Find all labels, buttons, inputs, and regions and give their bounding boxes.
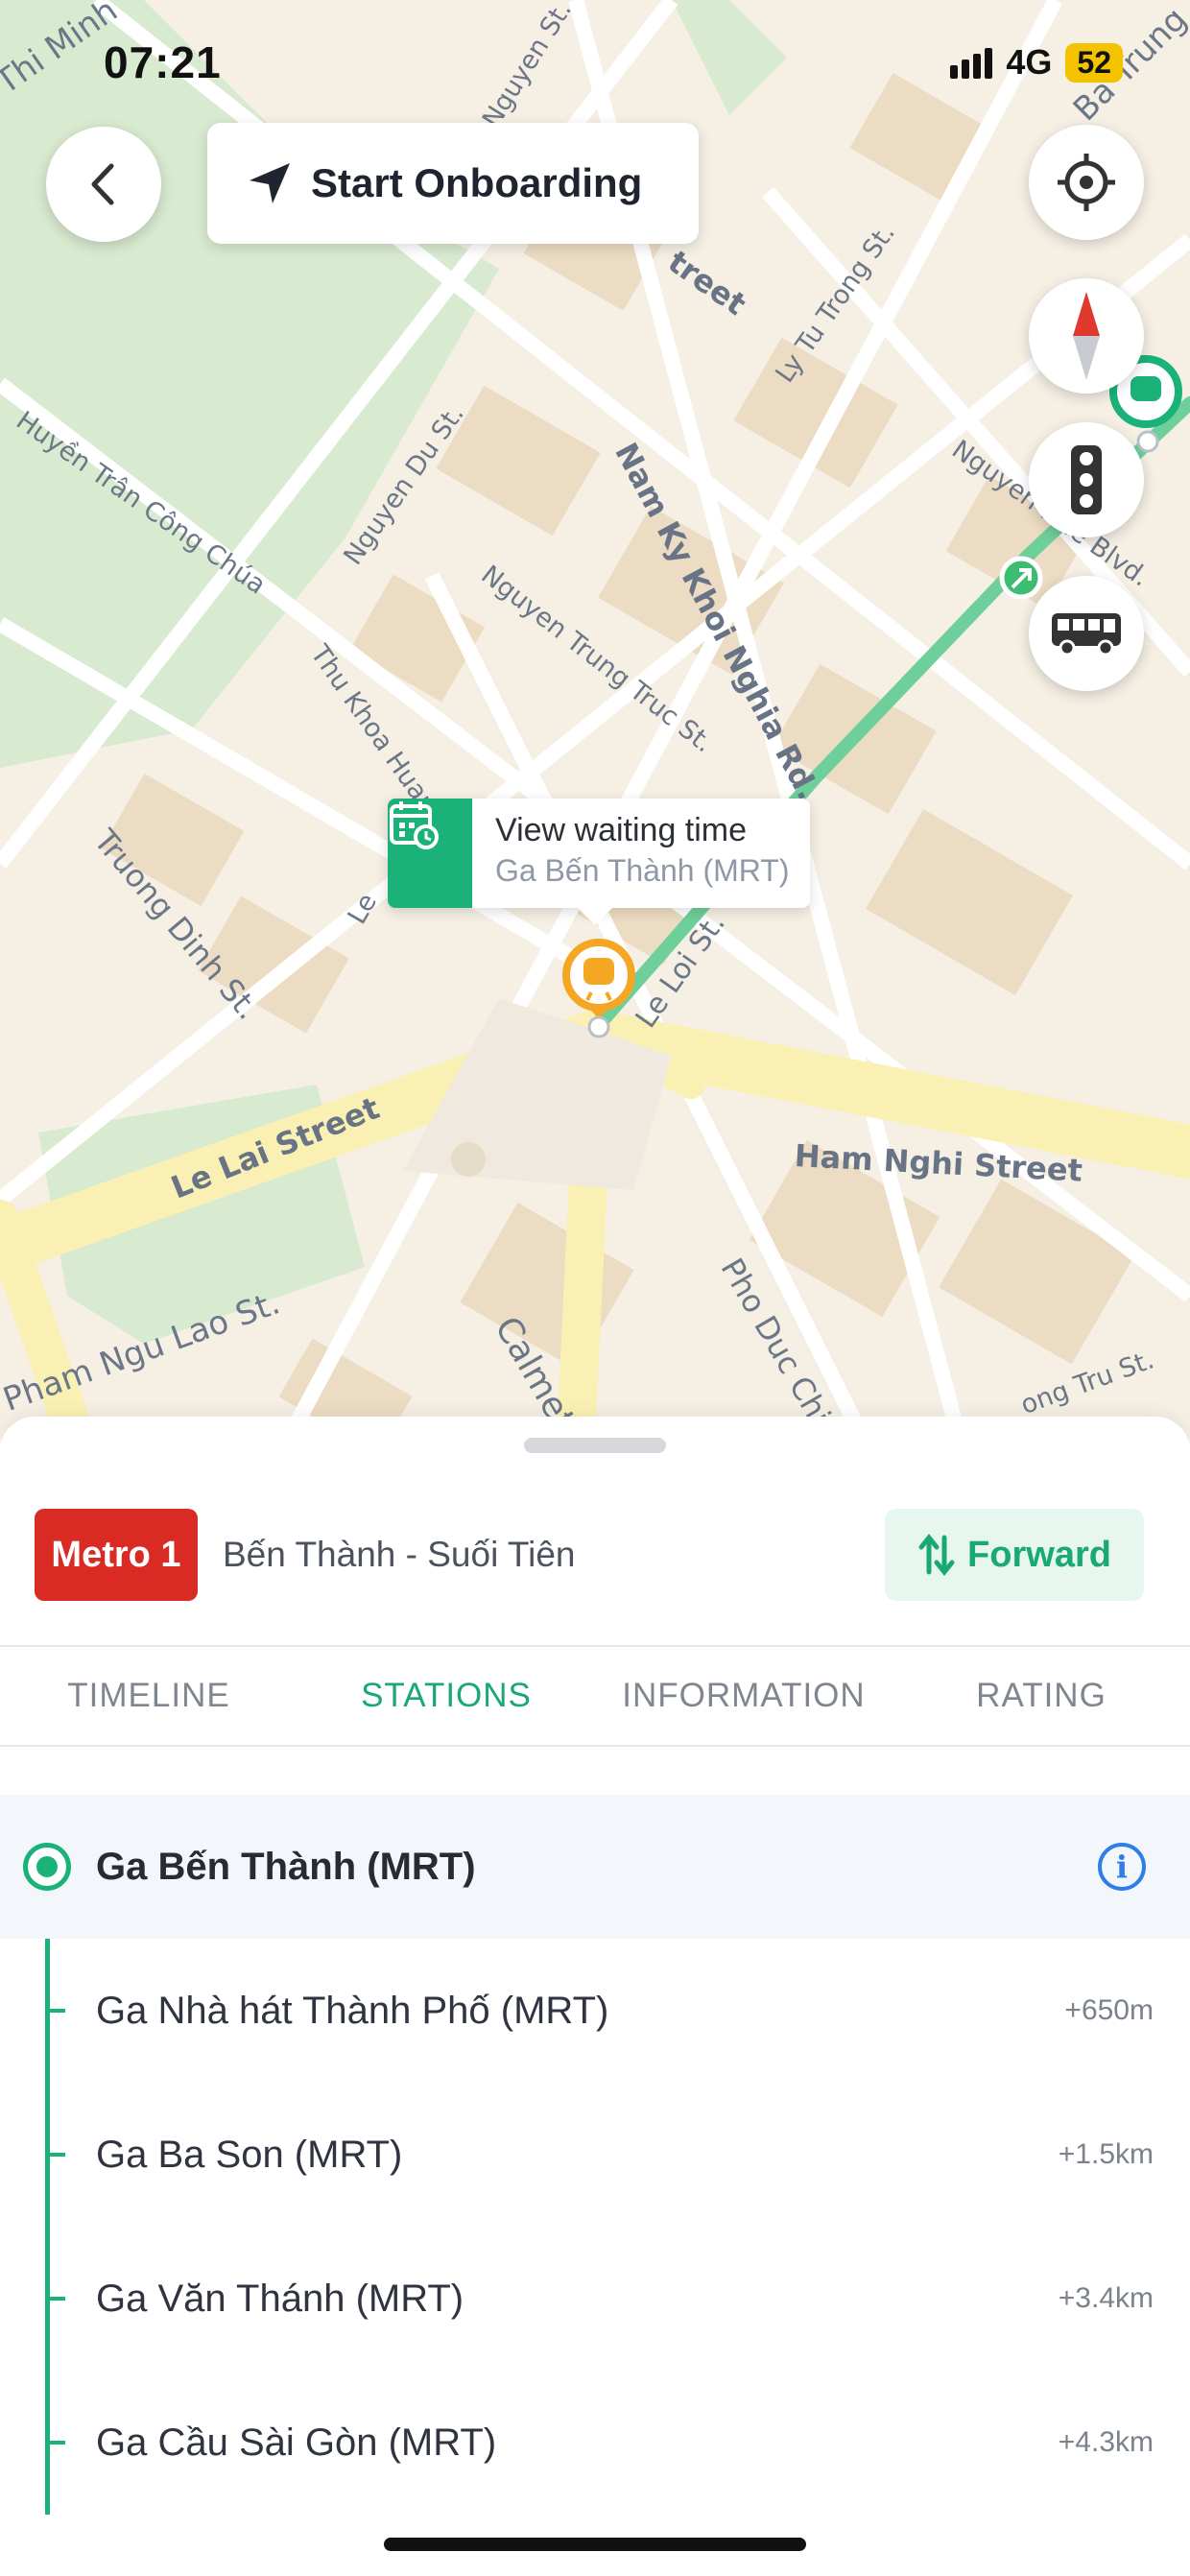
traffic-button[interactable] [1029, 422, 1144, 537]
start-onboarding-button[interactable]: Start Onboarding [207, 123, 699, 244]
swap-vertical-icon [918, 1534, 955, 1576]
bottom-sheet: Metro 1 Bến Thành - Suối Tiên Forward TI… [0, 1417, 1190, 2576]
direction-toggle-button[interactable]: Forward [885, 1509, 1144, 1601]
compass-icon [1073, 292, 1100, 380]
station-name: Ga Nhà hát Thành Phố (MRT) [96, 1989, 609, 2032]
drag-handle[interactable] [524, 1438, 666, 1453]
chevron-left-icon [91, 163, 114, 205]
route-header: Metro 1 Bến Thành - Suối Tiên Forward [35, 1509, 1144, 1601]
waiting-time-station: Ga Bến Thành (MRT) [495, 853, 790, 888]
navigation-arrow-icon [250, 163, 290, 203]
timeline-tick [48, 2441, 65, 2445]
station-row[interactable]: Ga Cầu Sài Gòn (MRT) +4.3km [0, 2371, 1190, 2515]
station-distance: +3.4km [1058, 2282, 1154, 2314]
station-name: Ga Bến Thành (MRT) [96, 1845, 476, 1888]
station-distance: +650m [1064, 1994, 1154, 2026]
back-button[interactable] [46, 127, 161, 242]
station-row[interactable]: Ga Ba Son (MRT) +1.5km [0, 2083, 1190, 2227]
timeline-tick [48, 2297, 65, 2301]
signal-icon [950, 46, 993, 79]
calendar-clock-icon [388, 799, 472, 908]
bus-button[interactable] [1029, 576, 1144, 691]
tab-stations[interactable]: STATIONS [298, 1647, 595, 1745]
timeline-tick [48, 2153, 65, 2157]
tab-timeline[interactable]: TIMELINE [0, 1647, 298, 1745]
locate-me-button[interactable] [1029, 125, 1144, 240]
traffic-light-icon [1071, 445, 1102, 514]
timeline-tick [48, 2009, 65, 2013]
station-name: Ga Cầu Sài Gòn (MRT) [96, 2421, 497, 2464]
home-indicator[interactable] [384, 2538, 806, 2551]
network-label: 4G [1006, 42, 1053, 82]
route-name: Bến Thành - Suối Tiên [223, 1535, 576, 1574]
station-row[interactable]: Ga Nhà hát Thành Phố (MRT) +650m [0, 1939, 1190, 2083]
tab-bar: TIMELINE STATIONS INFORMATION RATING [0, 1647, 1190, 1747]
battery-badge: 52 [1065, 42, 1123, 83]
waiting-time-popup[interactable]: View waiting time Ga Bến Thành (MRT) [388, 799, 810, 925]
station-distance: +1.5km [1058, 2138, 1154, 2170]
station-name: Ga Ba Son (MRT) [96, 2133, 403, 2176]
popup-pointer [578, 908, 612, 925]
station-row[interactable]: Ga Văn Thánh (MRT) +3.4km [0, 2227, 1190, 2371]
status-bar: 07:21 4G 52 [0, 0, 1190, 125]
station-row[interactable]: Ga Bến Thành (MRT) i [0, 1795, 1190, 1939]
compass-button[interactable] [1029, 278, 1144, 394]
tab-information[interactable]: INFORMATION [595, 1647, 892, 1745]
current-station-dot-icon [23, 1843, 71, 1891]
waiting-time-title: View waiting time [495, 812, 748, 848]
station-list: Ga Bến Thành (MRT) i Ga Nhà hát Thành Ph… [0, 1795, 1190, 2515]
station-name: Ga Văn Thánh (MRT) [96, 2277, 464, 2320]
start-onboarding-label: Start Onboarding [311, 160, 643, 205]
info-icon[interactable]: i [1098, 1843, 1146, 1891]
station-distance: +4.3km [1058, 2426, 1154, 2458]
bus-icon [1052, 613, 1121, 656]
metro-line-badge: Metro 1 [35, 1509, 198, 1601]
crosshair-icon [1058, 154, 1115, 211]
tab-rating[interactable]: RATING [892, 1647, 1190, 1745]
direction-label: Forward [967, 1534, 1111, 1575]
status-time: 07:21 [104, 37, 222, 87]
